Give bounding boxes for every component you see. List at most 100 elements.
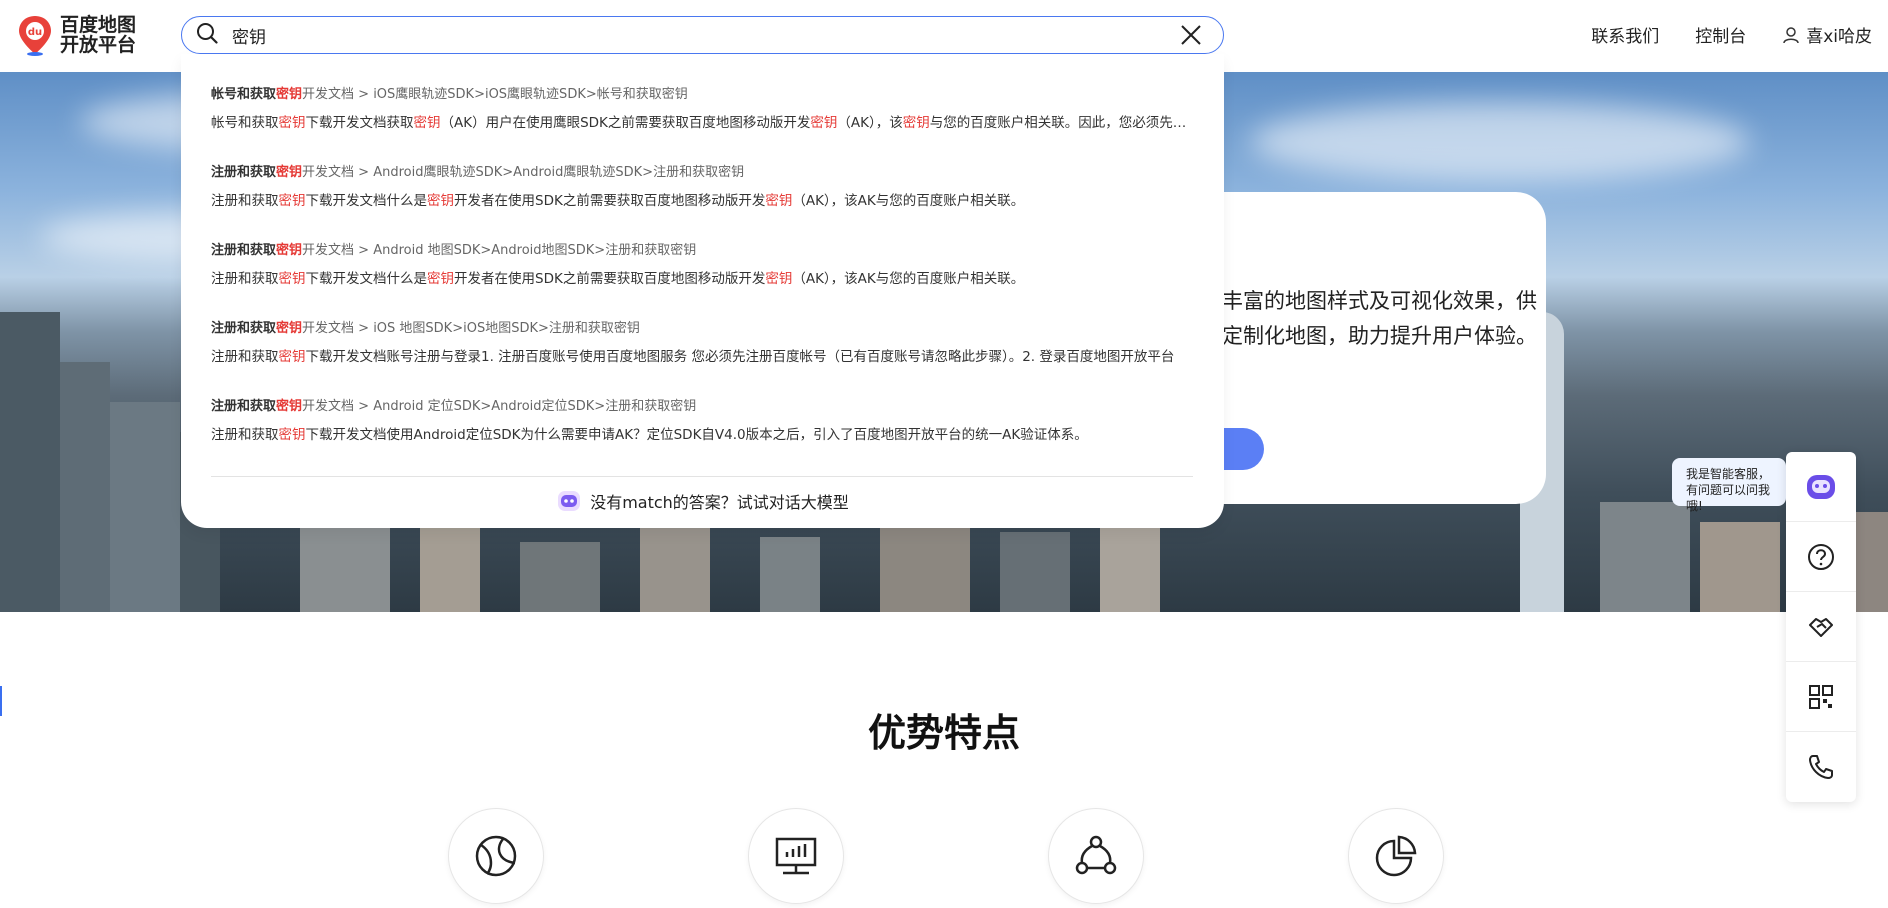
snippet-text: （AK），该: [837, 115, 903, 131]
result-title-highlight: 密钥: [276, 87, 303, 102]
snippet-text: 与您的百度账户相关联。因此，您必须先登录百度账号，才能获得开发密钥: [929, 115, 1191, 131]
cooperation-button[interactable]: [1786, 592, 1856, 662]
feature-1: [448, 808, 544, 904]
result-title-highlight: 密钥: [276, 399, 303, 414]
snippet-text: 开发者在使用SDK之前需要获取百度地图移动版开发: [454, 271, 766, 287]
snippet-text: 下载开发文档获取: [305, 115, 414, 131]
building: [1000, 532, 1070, 612]
result-title-highlight: 密钥: [276, 243, 303, 258]
snippet-text: 下载开发文档什么是: [305, 271, 428, 287]
result-snippet: 帐号和获取密钥下载开发文档获取密钥（AK）用户在使用鹰眼SDK之前需要获取百度地…: [211, 114, 1191, 132]
close-icon[interactable]: [1175, 19, 1207, 51]
hero-description: 丰富的地图样式及可视化效果，供定制化地图，助力提升用户体验。: [1222, 289, 1537, 348]
top-nav: 联系我们 控制台 喜xi哈皮: [1555, 22, 1872, 47]
snippet-highlight: 密钥: [902, 115, 930, 131]
search-result-5[interactable]: 注册和获取密钥开发文档 > Android 定位SDK>Android定位SDK…: [211, 398, 1191, 444]
building: [110, 402, 180, 612]
result-snippet: 注册和获取密钥下载开发文档什么是密钥开发者在使用SDK之前需要获取百度地图移动版…: [211, 270, 1191, 288]
nav-contact[interactable]: 联系我们: [1591, 22, 1659, 47]
hero-card: 丰富的地图样式及可视化效果，供定制化地图，助力提升用户体验。: [1160, 192, 1546, 504]
user-icon: [1783, 26, 1799, 43]
help-icon: [1808, 543, 1834, 570]
monitor-chart-icon: [775, 837, 817, 875]
search-result-2[interactable]: 注册和获取密钥开发文档 > Android鹰眼轨迹SDK>Android鹰眼轨迹…: [211, 164, 1191, 210]
phone-icon: [1809, 755, 1833, 779]
logo-pin-icon: du: [16, 14, 54, 56]
robot-icon: [558, 491, 581, 511]
search-result-1[interactable]: 帐号和获取密钥开发文档 > iOS鹰眼轨迹SDK>iOS鹰眼轨迹SDK>帐号和获…: [211, 86, 1191, 132]
result-heading: 注册和获取密钥开发文档 > Android鹰眼轨迹SDK>Android鹰眼轨迹…: [211, 164, 1191, 182]
result-heading: 帐号和获取密钥开发文档 > iOS鹰眼轨迹SDK>iOS鹰眼轨迹SDK>帐号和获…: [211, 86, 1191, 104]
snippet-highlight: 密钥: [278, 193, 306, 209]
result-title: 注册和获取: [211, 321, 277, 336]
phone-button[interactable]: [1786, 732, 1856, 802]
ai-chat-prompt[interactable]: 没有match的答案？试试对话大模型: [181, 488, 1224, 514]
snippet-text: 帐号和获取: [211, 115, 279, 131]
snippet-text: （AK）用户在使用鹰眼SDK之前需要获取百度地图移动版开发: [440, 115, 811, 131]
result-heading: 注册和获取密钥开发文档 > Android 定位SDK>Android定位SDK…: [211, 398, 1191, 416]
search-bar: [181, 16, 1224, 54]
result-title: 注册和获取: [211, 165, 277, 180]
snippet-text: （AK），该AK与您的百度账户相关联。: [792, 193, 1025, 209]
building: [0, 312, 60, 612]
feature-4: [1348, 808, 1444, 904]
result-title: 帐号和获取: [211, 87, 277, 102]
snippet-highlight: 密钥: [427, 193, 454, 209]
help-button[interactable]: [1786, 522, 1856, 592]
snippet-highlight: 密钥: [765, 193, 793, 209]
building: [760, 537, 820, 612]
logo[interactable]: du 百度地图开放平台: [16, 14, 142, 56]
result-path: 开发文档 > iOS鹰眼轨迹SDK>iOS鹰眼轨迹SDK>帐号和获取密钥: [302, 87, 688, 102]
divider: [211, 476, 1193, 477]
building: [1600, 502, 1690, 612]
snippet-text: 下载开发文档使用Android定位SDK为什么需要申请AK？定位SDK自V4.0…: [305, 427, 1088, 443]
pie-chart-icon: [1375, 835, 1417, 877]
snippet-text: 注册和获取: [211, 427, 279, 443]
snippet-highlight: 密钥: [278, 427, 306, 443]
nav-console[interactable]: 控制台: [1695, 22, 1746, 47]
snippet-text: 注册和获取: [211, 349, 279, 365]
assistant-bubble[interactable]: 我是智能客服，有问题可以问我哦!: [1672, 458, 1786, 513]
result-heading: 注册和获取密钥开发文档 > Android 地图SDK>Android地图SDK…: [211, 242, 1191, 260]
feature-2: [748, 808, 844, 904]
snippet-highlight: 密钥: [427, 271, 454, 287]
ai-chat-text: 没有match的答案？试试对话大模型: [590, 493, 849, 512]
result-snippet: 注册和获取密钥下载开发文档账号注册与登录1. 注册百度账号使用百度地图服务 您必…: [211, 348, 1191, 366]
snippet-text: 下载开发文档什么是: [305, 193, 428, 209]
network-icon: [1075, 835, 1117, 875]
building: [420, 522, 480, 612]
result-path: 开发文档 > Android 地图SDK>Android地图SDK>注册和获取密…: [302, 243, 697, 258]
qrcode-icon: [1809, 684, 1833, 709]
building: [1700, 522, 1780, 612]
result-title-highlight: 密钥: [276, 321, 303, 336]
search-input[interactable]: [232, 25, 1175, 45]
search-result-4[interactable]: 注册和获取密钥开发文档 > iOS 地图SDK>iOS地图SDK>注册和获取密钥…: [211, 320, 1191, 366]
search-result-3[interactable]: 注册和获取密钥开发文档 > Android 地图SDK>Android地图SDK…: [211, 242, 1191, 288]
result-heading: 注册和获取密钥开发文档 > iOS 地图SDK>iOS地图SDK>注册和获取密钥: [211, 320, 1191, 338]
result-snippet: 注册和获取密钥下载开发文档使用Android定位SDK为什么需要申请AK？定位S…: [211, 426, 1191, 444]
snippet-text: 注册和获取: [211, 271, 279, 287]
snippet-highlight: 密钥: [278, 115, 306, 131]
result-path: 开发文档 > iOS 地图SDK>iOS地图SDK>注册和获取密钥: [302, 321, 640, 336]
cloud: [1250, 102, 1750, 182]
section-title: 优势特点: [867, 711, 1020, 755]
result-path: 开发文档 > Android鹰眼轨迹SDK>Android鹰眼轨迹SDK>注册和…: [302, 165, 745, 180]
qrcode-button[interactable]: [1786, 662, 1856, 732]
snippet-text: 开发者在使用SDK之前需要获取百度地图移动版开发: [454, 193, 766, 209]
result-title: 注册和获取: [211, 399, 277, 414]
snippet-text: 下载开发文档账号注册与登录1. 注册百度账号使用百度地图服务 您必须先注册百度帐…: [305, 349, 1175, 365]
search-icon[interactable]: [196, 22, 218, 48]
snippet-text: （AK），该AK与您的百度账户相关联。: [792, 271, 1025, 287]
feature-3: [1048, 808, 1144, 904]
snippet-highlight: 密钥: [278, 271, 306, 287]
result-snippet: 注册和获取密钥下载开发文档什么是密钥开发者在使用SDK之前需要获取百度地图移动版…: [211, 192, 1191, 210]
building: [60, 362, 110, 612]
handshake-icon: [1809, 617, 1833, 637]
snippet-highlight: 密钥: [810, 115, 838, 131]
snippet-text: 注册和获取: [211, 193, 279, 209]
user-menu[interactable]: 喜xi哈皮: [1782, 22, 1872, 47]
result-title: 注册和获取: [211, 243, 277, 258]
result-title-highlight: 密钥: [276, 165, 303, 180]
result-path: 开发文档 > Android 定位SDK>Android定位SDK>注册和获取密…: [302, 399, 697, 414]
assistant-avatar-button[interactable]: [1786, 452, 1856, 522]
